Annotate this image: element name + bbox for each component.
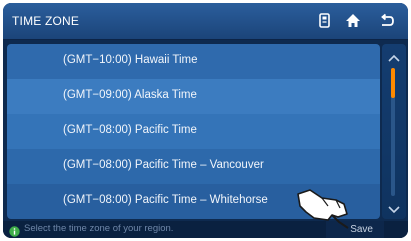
- timezone-label: (GMT−09:00) Alaska Time: [63, 89, 197, 101]
- timezone-row-pacific[interactable]: (GMT−08:00) Pacific Time: [7, 114, 380, 150]
- scroll-rail: [391, 68, 395, 196]
- timezone-row-pacific-vancouver[interactable]: (GMT−08:00) Pacific Time – Vancouver: [7, 149, 380, 185]
- timezone-label: (GMT−08:00) Pacific Time – Whitehorse: [63, 194, 268, 206]
- page-title: TIME ZONE: [12, 14, 80, 28]
- scrollbar[interactable]: [382, 44, 406, 219]
- timezone-row-alaska[interactable]: (GMT−09:00) Alaska Time: [7, 79, 380, 115]
- title-bar: TIME ZONE: [3, 3, 408, 40]
- info-icon: [9, 224, 20, 237]
- timezone-label: (GMT−10:00) Hawaii Time: [63, 54, 198, 66]
- scroll-down-icon[interactable]: [387, 202, 401, 220]
- device-icon[interactable]: [316, 12, 334, 30]
- timezone-label: (GMT−08:00) Pacific Time – Vancouver: [63, 159, 264, 171]
- hint-text: Select the time zone of your region.: [24, 223, 174, 234]
- scroll-up-icon[interactable]: [387, 50, 401, 68]
- timezone-label: (GMT−08:00) Pacific Time: [63, 124, 197, 136]
- tap-hand-icon: [292, 184, 356, 232]
- scroll-thumb[interactable]: [391, 68, 395, 98]
- timezone-row-hawaii[interactable]: (GMT−10:00) Hawaii Time: [7, 44, 380, 80]
- home-icon[interactable]: [344, 12, 362, 30]
- back-icon[interactable]: [378, 12, 396, 30]
